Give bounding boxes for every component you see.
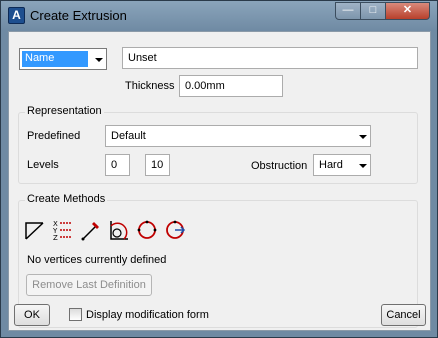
arc-tangent-icon[interactable]	[107, 218, 131, 242]
obstruction-value: Hard	[319, 159, 343, 171]
chevron-down-icon	[95, 58, 103, 62]
chevron-down-icon	[359, 135, 367, 139]
obstruction-label: Obstruction	[251, 160, 308, 172]
dialog-body: Name Unset Thickness 0.00mm Representati…	[8, 31, 431, 331]
thickness-input[interactable]: 0.00mm	[179, 75, 283, 97]
name-type-selected: Name	[22, 51, 88, 67]
window-title: Create Extrusion	[30, 8, 127, 23]
create-methods-toolbar: X Y Z	[23, 218, 187, 242]
cancel-button[interactable]: Cancel	[381, 304, 426, 326]
maximize-button[interactable]: □	[361, 2, 386, 20]
minimize-button[interactable]: —	[335, 2, 361, 20]
level-from-input[interactable]: 0	[105, 154, 130, 176]
title-bar[interactable]: A Create Extrusion — □ ✕	[1, 1, 437, 31]
circle-arrow-icon[interactable]	[163, 218, 187, 242]
ok-button[interactable]: OK	[14, 304, 50, 326]
predefined-value: Default	[111, 130, 146, 142]
close-button[interactable]: ✕	[386, 2, 430, 20]
name-type-dropdown[interactable]: Name	[19, 48, 107, 70]
circle-icon[interactable]	[135, 218, 159, 242]
dialog-window: A Create Extrusion — □ ✕ Name Unset Thic…	[0, 0, 438, 338]
polyline-icon[interactable]	[23, 218, 47, 242]
create-methods-group-label: Create Methods	[25, 193, 108, 205]
xyz-coordinates-icon[interactable]: X Y Z	[51, 218, 75, 242]
chevron-down-icon	[359, 164, 367, 168]
app-logo-icon: A	[8, 7, 25, 24]
levels-label: Levels	[27, 159, 59, 171]
display-modification-form-checkbox[interactable]	[69, 308, 82, 321]
level-to-input[interactable]: 10	[145, 154, 170, 176]
thickness-label: Thickness	[125, 80, 175, 92]
representation-group-label: Representation	[25, 105, 104, 117]
vertices-status-text: No vertices currently defined	[27, 254, 167, 266]
display-modification-form-label[interactable]: Display modification form	[86, 309, 209, 321]
remove-last-definition-button[interactable]: Remove Last Definition	[26, 274, 152, 296]
predefined-label: Predefined	[27, 130, 81, 142]
name-input[interactable]: Unset	[122, 47, 418, 69]
pick-point-icon[interactable]	[79, 218, 103, 242]
z-letter: Z	[53, 234, 58, 242]
predefined-dropdown[interactable]: Default	[105, 125, 371, 147]
window-controls: — □ ✕	[335, 2, 430, 20]
obstruction-dropdown[interactable]: Hard	[313, 154, 371, 176]
